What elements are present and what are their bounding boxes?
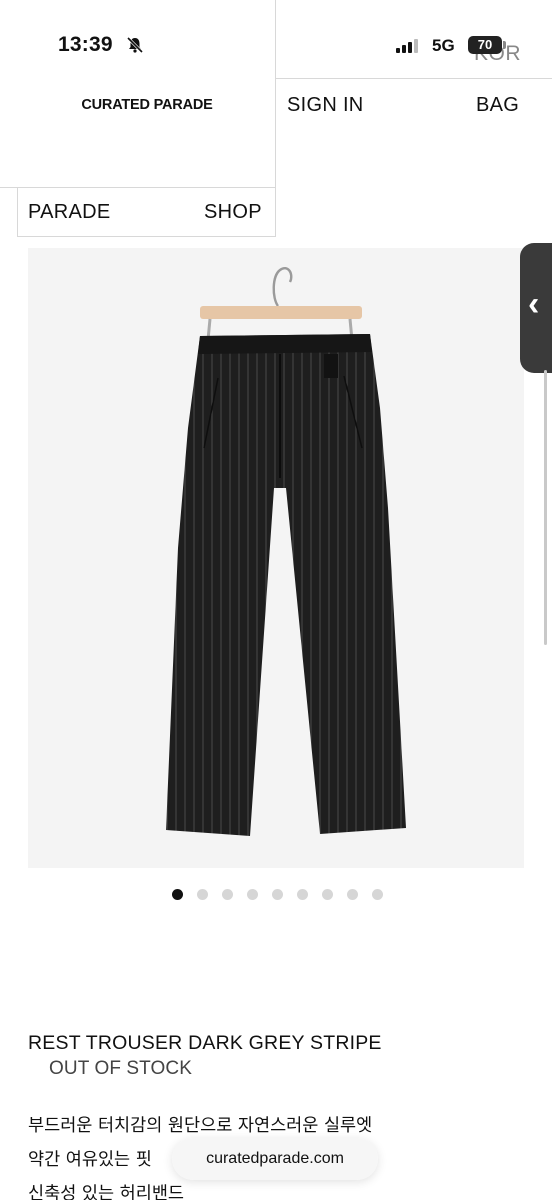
bag-link[interactable]: BAG: [476, 94, 519, 117]
product-image[interactable]: [28, 248, 524, 868]
description-line: 신축성 있는 허리밴드: [28, 1184, 185, 1200]
sign-in-link[interactable]: SIGN IN: [287, 94, 364, 117]
silent-bell-icon: [126, 36, 144, 54]
signal-icon: [396, 39, 418, 53]
trouser-illustration: [28, 248, 524, 868]
pagination-dot[interactable]: [297, 889, 308, 900]
header-divider: [17, 187, 18, 237]
chevron-left-icon: ‹: [528, 285, 540, 323]
pagination-dot[interactable]: [272, 889, 283, 900]
header-divider: [0, 187, 276, 188]
status-time: 13:39: [58, 33, 113, 56]
description-line: 약간 여유있는 핏: [28, 1150, 152, 1170]
pagination-dot[interactable]: [172, 889, 183, 900]
gallery-pagination: [172, 889, 383, 900]
battery-icon: 70: [468, 36, 502, 54]
network-label: 5G: [432, 36, 455, 55]
scrollbar[interactable]: [544, 370, 547, 645]
browser-url-bar[interactable]: curatedparade.com: [172, 1138, 378, 1180]
pagination-dot[interactable]: [197, 889, 208, 900]
pagination-dot[interactable]: [372, 889, 383, 900]
header-divider: [275, 78, 552, 79]
header-divider: [275, 0, 276, 236]
side-panel-handle[interactable]: ‹: [520, 243, 552, 373]
pagination-dot[interactable]: [247, 889, 258, 900]
product-title: REST TROUSER DARK GREY STRIPE: [28, 1032, 382, 1054]
pagination-dot[interactable]: [322, 889, 333, 900]
header-divider: [17, 236, 276, 237]
shop-link[interactable]: SHOP: [204, 201, 262, 224]
stock-status: OUT OF STOCK: [49, 1058, 193, 1079]
pagination-dot[interactable]: [222, 889, 233, 900]
parade-link[interactable]: PARADE: [28, 201, 111, 224]
battery-tip: [503, 41, 506, 49]
pagination-dot[interactable]: [347, 889, 358, 900]
brand-logo[interactable]: CURATED PARADE: [18, 97, 276, 113]
description-line: 부드러운 터치감의 원단으로 자연스러운 실루엣: [28, 1116, 373, 1136]
